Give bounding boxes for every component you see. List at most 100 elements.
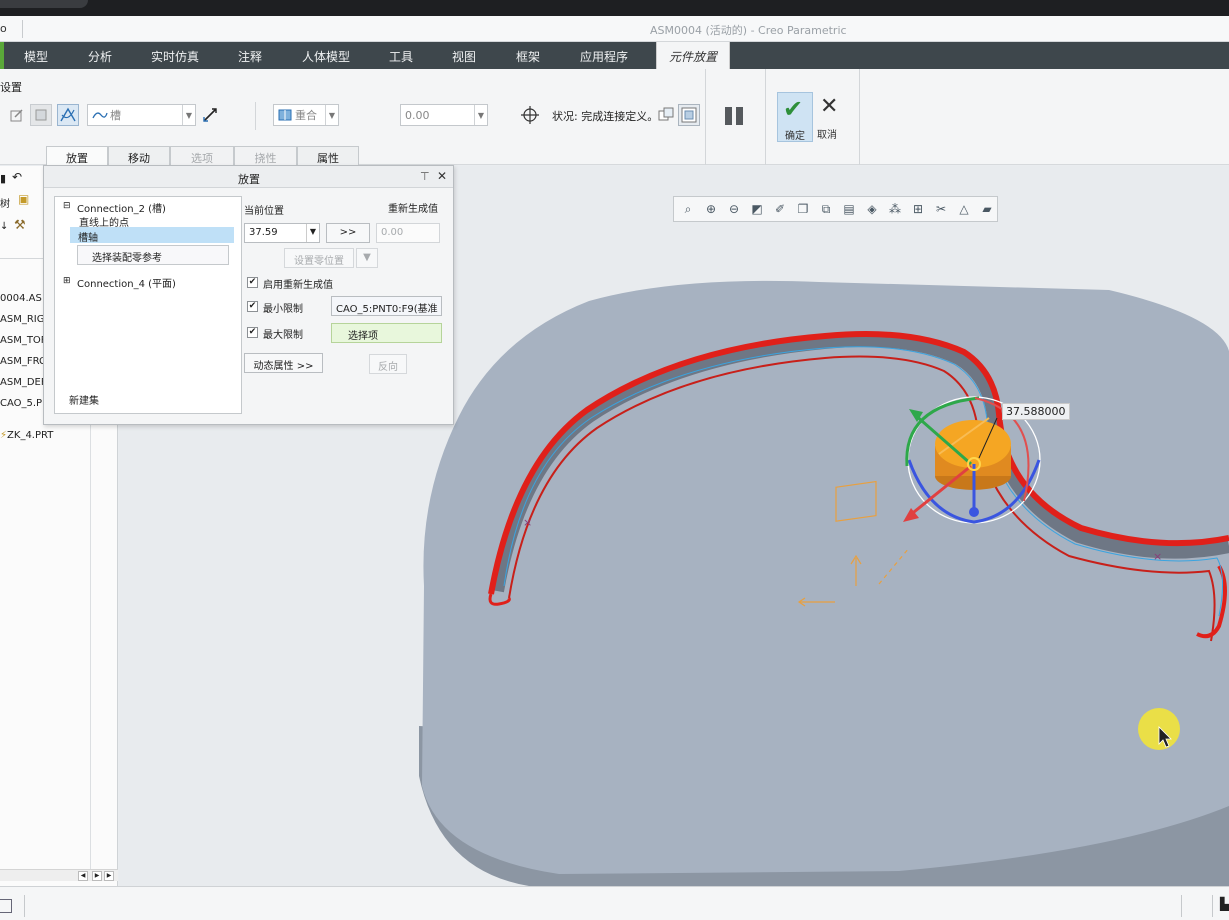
subtab-properties[interactable]: 属性 [297, 146, 359, 165]
set-zero-dropdown[interactable]: ▼ [356, 248, 378, 268]
flip-connection-icon[interactable] [199, 104, 221, 126]
zoom-in-icon[interactable]: ⊕ [701, 199, 721, 219]
dragger-handle-blue[interactable] [969, 507, 979, 517]
regen-value-label: 重新生成值 [388, 204, 438, 215]
tab-model[interactable]: 模型 [24, 48, 48, 65]
tree-item-asm-def[interactable]: ASM_DEF [0, 377, 47, 388]
zoom-out-icon[interactable]: ⊖ [724, 199, 744, 219]
cancel-label: 取消 [817, 130, 837, 141]
tree-item-asm-front[interactable]: ASM_FRC [0, 356, 46, 367]
rigid-icon[interactable] [30, 104, 52, 126]
tree-item-asm-top[interactable]: ASM_TOF [0, 335, 47, 346]
subtab-options[interactable]: 选项 [170, 146, 234, 165]
scroll-end-icon[interactable]: ▶ [104, 871, 114, 881]
slot-connection-icon[interactable] [57, 104, 79, 126]
min-limit-reference[interactable]: CAO_5:PNT0:F9(基准 [331, 296, 442, 316]
cancel-button[interactable]: ✕ 取消 [817, 92, 845, 142]
regen-value-input[interactable]: 0.00 [376, 223, 440, 243]
enable-regen-checkbox[interactable]: ✔ [247, 277, 258, 288]
tab-manikin[interactable]: 人体模型 [302, 48, 350, 65]
connection-type-select[interactable]: 槽 ▼ [87, 104, 196, 126]
separate-window-icon[interactable] [655, 104, 677, 126]
tab-component-placement[interactable]: 元件放置 [656, 42, 731, 69]
connection-item-planar[interactable]: Connection_4 (平面) [77, 275, 176, 290]
selection-filter-icon[interactable]: ▙ [1220, 897, 1229, 911]
pause-button[interactable] [722, 105, 746, 129]
current-position-input[interactable]: 37.59 ▼ [244, 223, 320, 243]
tree-item-cao5[interactable]: CAO_5.PF [0, 398, 48, 409]
tab-framework[interactable]: 框架 [516, 48, 540, 65]
dialog-header: 放置 ⊤ ✕ [44, 166, 453, 188]
drag-dragger-icon[interactable] [519, 104, 541, 126]
offset-input[interactable]: 0.00 ▼ [400, 104, 488, 126]
coincident-icon [278, 109, 292, 121]
undo-icon[interactable]: ↶ [12, 170, 22, 184]
tab-applications[interactable]: 应用程序 [580, 48, 628, 65]
spin-center-icon[interactable]: ✂ [931, 199, 951, 219]
tab-annotate[interactable]: 注释 [238, 48, 262, 65]
os-top-strip [0, 0, 1229, 16]
datum-display-icon[interactable]: ⁂ [885, 199, 905, 219]
connection-list[interactable]: ⊟ Connection_2 (槽) 直线上的点 槽轴 选择装配零参考 ⊞ Co… [54, 196, 242, 414]
connection-item-slot[interactable]: Connection_2 (槽) [77, 200, 166, 215]
max-limit-reference[interactable]: 选择项 [331, 323, 442, 343]
annotation-display-icon[interactable]: ⊞ [908, 199, 928, 219]
user-defined-icon[interactable] [6, 104, 28, 126]
tree-item-asm-right[interactable]: ASM_RIG [0, 314, 44, 325]
close-icon[interactable]: ✕ [437, 169, 447, 183]
subtab-flexibility[interactable]: 挠性 [234, 146, 297, 165]
tree-item-assembly[interactable]: 0004.AS [0, 293, 42, 304]
repaint-icon[interactable]: ◩ [747, 199, 767, 219]
assembly-window-icon[interactable] [678, 104, 700, 126]
pin-icon[interactable]: ⊤ [420, 170, 430, 183]
scroll-left-icon[interactable]: ◀ [78, 871, 88, 881]
creo-window: o ASM0004 (活动的) - Creo Parametric 模型 分析 … [0, 0, 1229, 920]
settings-tools-icon[interactable]: ⚒ [14, 218, 26, 233]
pause-icon-bar [736, 107, 743, 125]
placement-dialog: 放置 ⊤ ✕ ⊟ Connection_2 (槽) 直线上的点 槽轴 选择装配零… [43, 165, 454, 425]
new-set-link[interactable]: 新建集 [69, 392, 99, 407]
connection-type-value: 槽 [110, 109, 121, 122]
constraint-item-slot-axis[interactable]: 槽轴 [70, 227, 234, 244]
tab-tools[interactable]: 工具 [389, 48, 413, 65]
select-assembly-zero-reference[interactable]: 选择装配零参考 [77, 245, 229, 265]
scroll-right-icon[interactable]: ▶ [92, 871, 102, 881]
view-manager-icon[interactable]: ▤ [839, 199, 859, 219]
graphics-window-toggle-icon[interactable] [0, 899, 12, 913]
subtab-move[interactable]: 移动 [108, 146, 170, 165]
copy-to-regen-button[interactable]: >> [326, 223, 370, 243]
display-style-icon[interactable]: ❐ [793, 199, 813, 219]
ok-button[interactable]: ✔ 确定 [777, 92, 813, 142]
subtab-placement[interactable]: 放置 [46, 146, 108, 166]
tab-view[interactable]: 视图 [452, 48, 476, 65]
refit-icon[interactable]: ⌕ [678, 199, 698, 219]
position-dimension-label[interactable]: 37.588000 [1002, 403, 1070, 420]
tab-analysis[interactable]: 分析 [88, 48, 112, 65]
constraint-type-select[interactable]: 重合 ▼ [273, 104, 339, 126]
point-marker: × [523, 516, 532, 529]
max-limit-checkbox[interactable]: ✔ [247, 327, 258, 338]
warning-icon[interactable]: △ [954, 199, 974, 219]
dynamic-properties-button[interactable]: 动态属性 >> [244, 353, 323, 373]
tree-horizontal-scrollbar[interactable]: ◀ ▶ ▶ [0, 869, 118, 881]
rotate-center-icon[interactable]: ✐ [770, 199, 790, 219]
enable-regen-label: 启用重新生成值 [263, 280, 333, 291]
ribbon-tab-bar: 模型 分析 实时仿真 注释 人体模型 工具 视图 框架 应用程序 元件放置 [0, 42, 1229, 69]
file-tab-marker[interactable] [0, 42, 4, 69]
folder-icon[interactable]: ▣ [18, 192, 29, 206]
collapse-icon[interactable]: ⊟ [63, 201, 71, 211]
pause-icon [725, 107, 732, 125]
perspective-icon[interactable]: ◈ [862, 199, 882, 219]
titlebar-separator [22, 20, 23, 38]
saved-orientations-icon[interactable]: ⧉ [816, 199, 836, 219]
tree-item-zk4[interactable]: ⚡ZK_4.PRT [0, 430, 53, 441]
tab-live-simulation[interactable]: 实时仿真 [151, 48, 199, 65]
tree-toolbar-icon[interactable]: ▮ [0, 172, 6, 185]
min-limit-checkbox[interactable]: ✔ [247, 301, 258, 312]
section-icon[interactable]: ▰ [977, 199, 997, 219]
chevron-down-icon[interactable]: ▼ [306, 224, 319, 242]
set-zero-position-button[interactable]: 设置零位置 [284, 248, 354, 268]
expand-icon[interactable]: ⊞ [63, 276, 71, 286]
flip-button[interactable]: 反向 [369, 354, 407, 374]
window-title: ASM0004 (活动的) - Creo Parametric [650, 24, 847, 37]
